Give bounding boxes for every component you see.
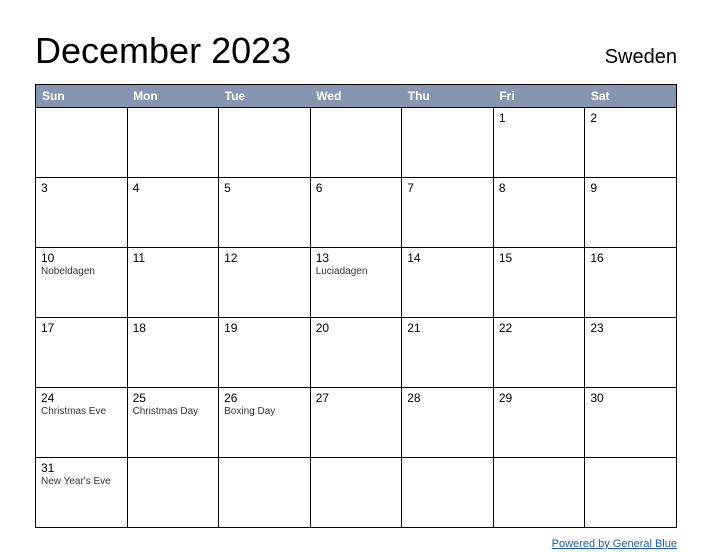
calendar-day-cell: 8 — [493, 178, 585, 248]
calendar-day-cell: 18 — [127, 318, 219, 388]
calendar-day-cell: 28 — [402, 388, 494, 458]
weekday-header-row: Sun Mon Tue Wed Thu Fri Sat — [36, 85, 677, 108]
day-number: 16 — [590, 251, 671, 265]
calendar-day-cell: 19 — [219, 318, 311, 388]
day-event: Christmas Eve — [41, 406, 122, 417]
weekday-header: Mon — [127, 85, 219, 108]
calendar-day-cell: 11 — [127, 248, 219, 318]
day-number: 10 — [41, 251, 122, 265]
day-number: 14 — [407, 251, 488, 265]
day-number: 5 — [224, 181, 305, 195]
day-number: 2 — [590, 111, 671, 125]
calendar-day-cell — [402, 458, 494, 528]
day-number: 25 — [133, 391, 214, 405]
calendar-title: December 2023 — [35, 30, 291, 72]
day-number: 4 — [133, 181, 214, 195]
calendar-day-cell: 7 — [402, 178, 494, 248]
calendar-day-cell — [127, 108, 219, 178]
calendar-day-cell: 13Luciadagen — [310, 248, 402, 318]
calendar-day-cell: 3 — [36, 178, 128, 248]
calendar-day-cell: 26Boxing Day — [219, 388, 311, 458]
calendar-grid: Sun Mon Tue Wed Thu Fri Sat 12345678910N… — [35, 84, 677, 528]
day-event: Boxing Day — [224, 406, 305, 417]
calendar-day-cell: 12 — [219, 248, 311, 318]
calendar-week-row: 24Christmas Eve25Christmas Day26Boxing D… — [36, 388, 677, 458]
calendar-day-cell: 2 — [585, 108, 677, 178]
calendar-day-cell: 21 — [402, 318, 494, 388]
day-number: 13 — [316, 251, 397, 265]
calendar-day-cell — [493, 458, 585, 528]
day-event: Nobeldagen — [41, 266, 122, 277]
calendar-day-cell: 4 — [127, 178, 219, 248]
day-event: Luciadagen — [316, 266, 397, 277]
day-number: 27 — [316, 391, 397, 405]
day-event: Christmas Day — [133, 406, 214, 417]
day-number: 7 — [407, 181, 488, 195]
calendar-day-cell: 16 — [585, 248, 677, 318]
day-number: 24 — [41, 391, 122, 405]
credit-link[interactable]: Powered by General Blue — [552, 538, 677, 550]
weekday-header: Sat — [585, 85, 677, 108]
calendar-week-row: 3456789 — [36, 178, 677, 248]
calendar-day-cell: 14 — [402, 248, 494, 318]
calendar-day-cell — [127, 458, 219, 528]
calendar-week-row: 17 18 19 20 21 22 23 — [36, 318, 677, 388]
calendar-day-cell: 22 — [493, 318, 585, 388]
credit-line: Powered by General Blue — [35, 534, 677, 552]
calendar-day-cell — [310, 458, 402, 528]
day-number: 19 — [224, 321, 305, 335]
day-number: 26 — [224, 391, 305, 405]
day-number: 3 — [41, 181, 122, 195]
day-number: 9 — [590, 181, 671, 195]
calendar-day-cell: 24Christmas Eve — [36, 388, 128, 458]
day-number: 31 — [41, 461, 122, 475]
day-number: 6 — [316, 181, 397, 195]
calendar-day-cell: 31New Year's Eve — [36, 458, 128, 528]
day-number: 29 — [499, 391, 580, 405]
weekday-header: Wed — [310, 85, 402, 108]
calendar-day-cell — [219, 108, 311, 178]
weekday-header: Thu — [402, 85, 494, 108]
calendar-week-row: 12 — [36, 108, 677, 178]
day-number: 23 — [590, 321, 671, 335]
calendar-week-row: 31New Year's Eve — [36, 458, 677, 528]
day-number: 8 — [499, 181, 580, 195]
weekday-header: Tue — [219, 85, 311, 108]
day-number: 18 — [133, 321, 214, 335]
calendar-day-cell: 20 — [310, 318, 402, 388]
weekday-header: Fri — [493, 85, 585, 108]
calendar-day-cell: 9 — [585, 178, 677, 248]
day-number: 28 — [407, 391, 488, 405]
calendar-day-cell: 30 — [585, 388, 677, 458]
day-number: 1 — [499, 111, 580, 125]
calendar-day-cell: 15 — [493, 248, 585, 318]
calendar-day-cell: 25Christmas Day — [127, 388, 219, 458]
day-number: 11 — [133, 251, 214, 265]
calendar-day-cell: 23 — [585, 318, 677, 388]
day-event: New Year's Eve — [41, 476, 122, 487]
calendar-day-cell: 29 — [493, 388, 585, 458]
calendar-day-cell: 10Nobeldagen — [36, 248, 128, 318]
day-number: 30 — [590, 391, 671, 405]
day-number: 17 — [41, 321, 122, 335]
calendar-day-cell — [585, 458, 677, 528]
calendar-day-cell — [310, 108, 402, 178]
calendar-day-cell — [36, 108, 128, 178]
calendar-header: December 2023 Sweden — [35, 30, 677, 72]
calendar-day-cell — [402, 108, 494, 178]
calendar-day-cell: 1 — [493, 108, 585, 178]
calendar-day-cell: 17 — [36, 318, 128, 388]
day-number: 21 — [407, 321, 488, 335]
calendar-day-cell: 5 — [219, 178, 311, 248]
calendar-day-cell: 27 — [310, 388, 402, 458]
day-number: 20 — [316, 321, 397, 335]
calendar-country: Sweden — [605, 46, 677, 69]
calendar-day-cell: 6 — [310, 178, 402, 248]
day-number: 12 — [224, 251, 305, 265]
weekday-header: Sun — [36, 85, 128, 108]
day-number: 15 — [499, 251, 580, 265]
calendar-day-cell — [219, 458, 311, 528]
day-number: 22 — [499, 321, 580, 335]
calendar-week-row: 10Nobeldagen 11 12 13Luciadagen 14 15 16 — [36, 248, 677, 318]
